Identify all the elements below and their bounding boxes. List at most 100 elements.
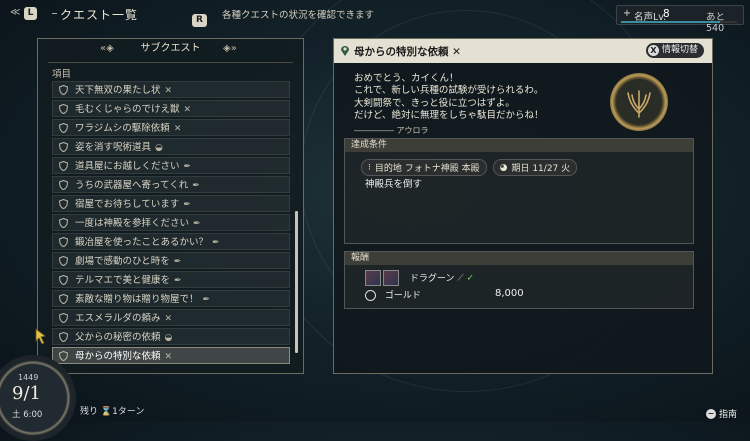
top-bar: ≪ L クエスト一覧 R 各種クエストの状況を確認できます + 名声Lv. 8 … [0,0,750,34]
quest-item-label: エスメラルダの頼み ✕ [75,310,172,328]
quest-item-label: うちの武器屋へ寄ってくれ ✒ [75,177,200,195]
date-label: 9/1 [12,383,41,404]
minus-key-icon: − [706,408,716,419]
prev-category-icon[interactable]: «◈ [100,39,114,59]
quest-list-item[interactable]: 道具屋にお越しください ✒ [52,157,290,174]
prev-tab-button[interactable]: ≪ L [10,7,38,20]
year-label: 1449 [18,373,39,382]
quest-emblem [610,73,668,131]
clock-icon: ◕ [499,162,508,173]
condition-description: 神殿兵を倒す [365,179,423,190]
quest-list-item[interactable]: 宿屋でお待ちしています ✒ [52,195,290,212]
reward-unit-row: ドラグーン ⟋ ✓ [365,270,675,286]
reward-gold-row: ゴールド 8,000 [365,288,675,304]
quest-item-label: 宿屋でお待ちしています ✒ [75,196,191,214]
time-label: 土 6:00 [12,410,43,420]
quest-status-icon: ✕ [183,105,192,115]
quest-list-item[interactable]: ワラジムシの駆除依頼 ✕ [52,119,290,136]
quest-status-icon: ✒ [174,276,182,286]
hand-pointer-icon [35,328,46,345]
destination-pill: ⁝ 目的地 フォトナ神殿 本殿 [361,159,487,176]
quest-status-icon: ✒ [202,295,211,305]
quest-status-icon: ✒ [192,181,200,191]
quest-list-panel: «◈ サブクエスト ◈» 項目 天下無双の果たし状 ✕ 毛むくじゃらのでけえ獣 ✕ ワラ… [37,38,304,374]
quest-shield-icon [59,332,68,342]
conditions-header: 達成条件 [345,139,693,152]
quest-item-title: 毛むくじゃらのでけえ獣 [75,104,180,115]
quest-item-label: 天下無双の果たし状 ✕ [75,82,172,100]
quest-item-label: 劇場で感動のひと時を ✒ [75,253,181,271]
reward-header: 報酬 [345,252,693,265]
quest-status-icon: ✕ [164,314,173,324]
guide-button[interactable]: − 指南 [706,407,737,420]
quest-status-icon: ✕ [452,46,461,58]
quest-list-item[interactable]: 父からの秘密の依頼 ◒ [52,328,290,345]
deadline-text: 期日 11/27 火 [511,164,571,174]
fame-level-panel: + 名声Lv. 8 あと 540 [616,5,744,34]
quest-list-item[interactable]: 鍛冶屋を使ったことあるかい？ ✒ [52,233,290,250]
quest-status-icon: ✕ [173,124,182,134]
quest-item-title: 素敵な贈り物は贈り物屋で！ [75,294,199,305]
next-tab-button[interactable]: R [192,7,207,27]
quest-list-item[interactable]: 劇場で感動のひと時を ✒ [52,252,290,269]
quest-shield-icon [59,161,68,171]
l-key-icon: L [23,7,38,20]
info-toggle-label: 情報切替 [661,45,698,55]
quest-list-item[interactable]: エスメラルダの頼み ✕ [52,309,290,326]
quest-status-icon: ✒ [183,162,192,172]
quest-status-icon: ✕ [164,86,173,96]
column-header: 項目 [52,69,72,80]
letter-signature: ――――― アウロラ [354,126,429,135]
quest-shield-icon [59,180,68,190]
quest-list-item[interactable]: 一度は神殿を参拝ください ✒ [52,214,290,231]
fame-plus-icon: + [623,8,631,19]
fame-progress-bar [621,21,737,23]
quest-item-label: 鍛冶屋を使ったことあるかい？ ✒ [75,234,220,252]
quest-detail-panel: 母からの特別な依頼 ✕ X 情報切替 おめでとう、カイくん！ これで、新しい兵種… [333,38,713,374]
quest-item-label: 父からの秘密の依頼 ◒ [75,329,172,347]
quest-status-icon: ◒ [155,143,163,153]
quest-item-title: 鍛冶屋を使ったことあるかい？ [75,237,209,248]
quest-letter: おめでとう、カイくん！ これで、新しい兵種の試験が受けられるわ。 大剣闘祭で、き… [354,73,544,121]
quest-item-label: ワラジムシの駆除依頼 ✕ [75,120,181,138]
fame-level: 8 [663,8,670,20]
quest-item-label: 姿を消す呪術道具 ◒ [75,139,163,157]
scrollbar[interactable] [295,211,298,353]
quest-item-title: エスメラルダの頼み [75,313,161,324]
quest-status-icon: ✕ [164,352,173,362]
quest-shield-icon [59,85,68,95]
quest-detail-header: 母からの特別な依頼 ✕ X 情報切替 [334,39,712,63]
quest-list-item[interactable]: 母からの特別な依頼 ✕ [52,347,290,364]
quest-status-icon: ✒ [183,200,191,210]
quest-shield-icon [59,104,68,114]
quest-shield-icon [59,275,68,285]
quest-item-title: 劇場で感動のひと時を [75,256,170,267]
info-toggle-button[interactable]: X 情報切替 [645,43,704,58]
gold-label: ゴールド [384,291,421,301]
quest-list-item[interactable]: テルマエで美と健康を ✒ [52,271,290,288]
conditions-box: 達成条件 ⁝ 目的地 フォトナ神殿 本殿 ◕ 期日 11/27 火 神殿兵を倒す [344,138,694,244]
quest-shield-icon [59,237,68,247]
quest-list-item[interactable]: うちの武器屋へ寄ってくれ ✒ [52,176,290,193]
reward-box: 報酬 ドラグーン ⟋ ✓ ゴールド 8,000 [344,251,694,309]
quest-status-icon: ✒ [212,238,220,248]
unit-portrait [383,270,399,286]
quest-item-title: ワラジムシの駆除依頼 [75,123,170,134]
feather-icon: ⟋ [457,273,464,284]
quest-title-text: 母からの特別な依頼 [354,46,449,58]
quest-item-title: 天下無双の果たし状 [75,85,161,96]
next-category-icon[interactable]: ◈» [223,39,237,59]
quest-list-item[interactable]: 天下無双の果たし状 ✕ [52,81,290,98]
quest-list-item[interactable]: 素敵な贈り物は贈り物屋で！ ✒ [52,290,290,307]
quest-list-item[interactable]: 姿を消す呪術道具 ◒ [52,138,290,155]
quest-item-label: 母からの特別な依頼 ✕ [75,348,172,366]
quest-status-icon: ✒ [173,257,182,267]
divider [48,62,293,63]
quest-item-label: 毛むくじゃらのでけえ獣 ✕ [75,101,191,119]
unit-portrait [365,270,381,286]
destination-text: 目的地 フォトナ神殿 本殿 [374,164,480,174]
quest-shield-icon [59,142,68,152]
quest-list-item[interactable]: 毛むくじゃらのでけえ獣 ✕ [52,100,290,117]
gold-amount: 8,000 [495,288,524,299]
quest-detail-title: 母からの特別な依頼 ✕ [354,44,461,59]
